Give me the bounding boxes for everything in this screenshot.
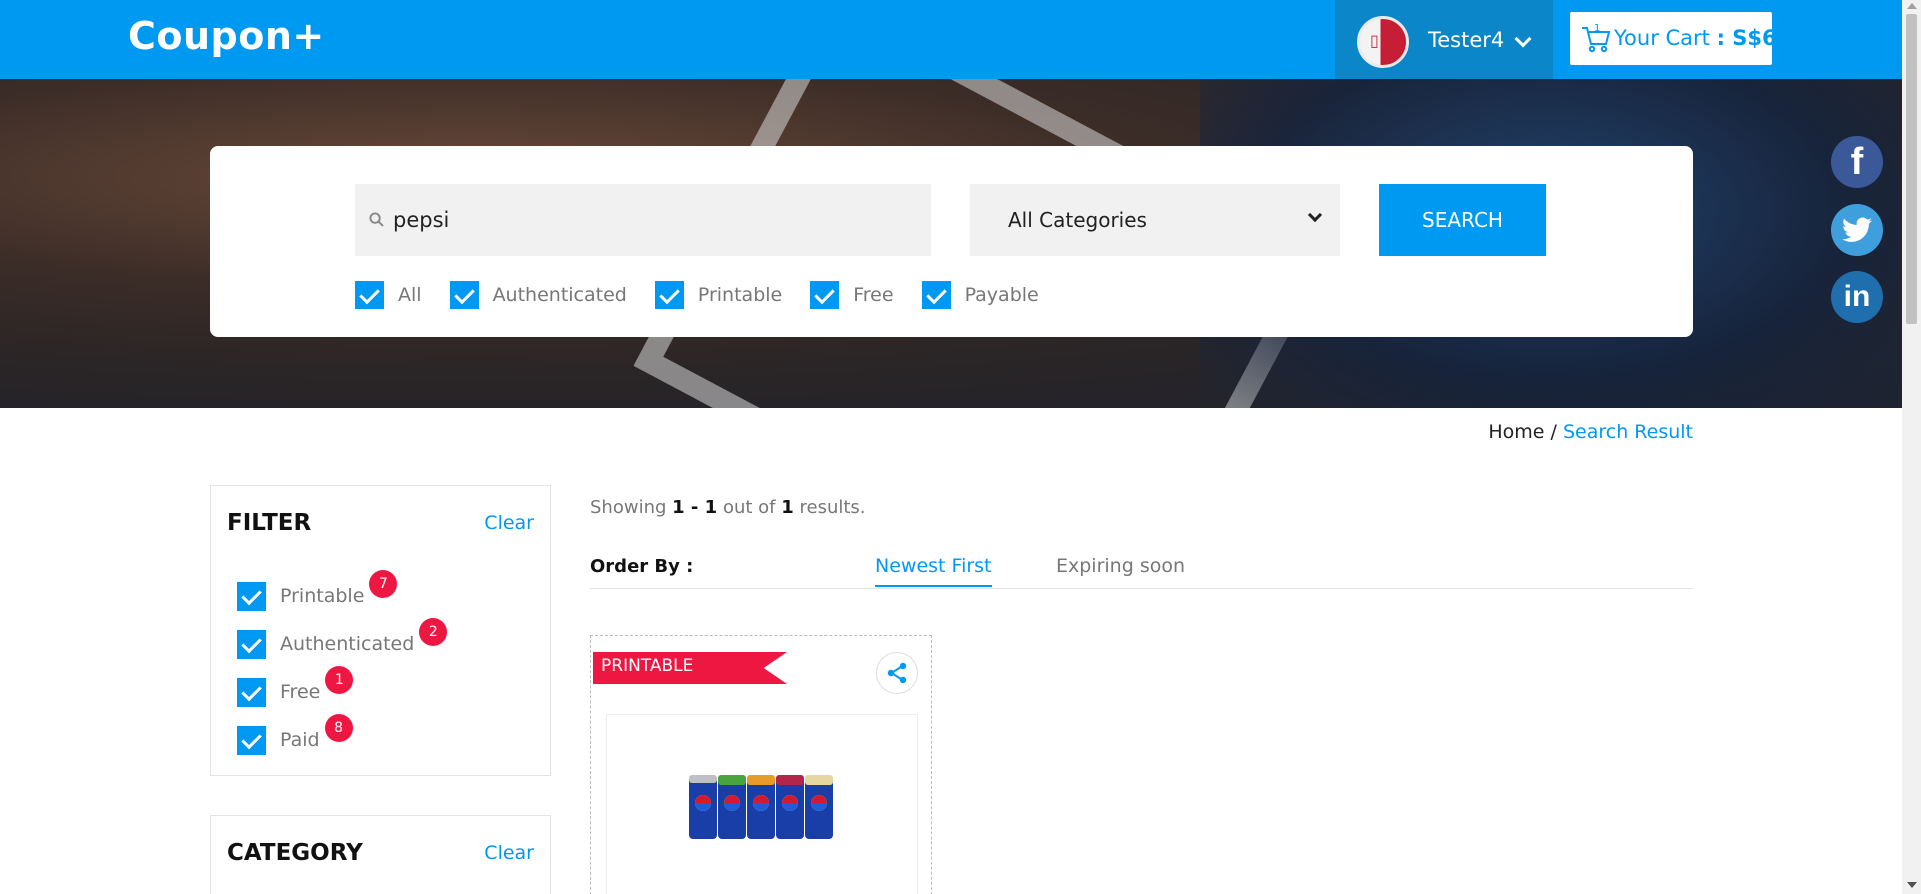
- linkedin-icon[interactable]: in: [1831, 271, 1883, 323]
- user-menu[interactable]: ▯ Tester4: [1335, 0, 1553, 79]
- top-bar: Coupon+ ▯ Tester4 1 Your Cart : S$6: [0, 0, 1902, 79]
- twitter-bird: [1842, 217, 1872, 242]
- count-badge: 2: [419, 618, 448, 646]
- results-total: 1: [781, 497, 794, 518]
- twitter-icon[interactable]: [1831, 204, 1883, 256]
- avatar-mark: ▯: [1370, 31, 1379, 50]
- filter-title: FILTER: [227, 510, 312, 536]
- order-tabs: Newest First Expiring soon: [590, 545, 1693, 589]
- chevron-down-icon[interactable]: [1514, 30, 1532, 48]
- logo[interactable]: Coupon+: [128, 14, 325, 58]
- avatar[interactable]: ▯: [1357, 16, 1409, 68]
- filter-panel: FILTER Clear Printable 7 Authenticated 2…: [210, 485, 551, 776]
- tab-newest-first[interactable]: Newest First: [875, 555, 992, 587]
- checkbox-free[interactable]: Free: [810, 281, 894, 309]
- category-select[interactable]: All Categories: [970, 184, 1340, 256]
- page: Coupon+ ▯ Tester4 1 Your Cart : S$6 peps…: [0, 0, 1921, 894]
- scrollbar[interactable]: [1902, 0, 1921, 894]
- category-clear-link[interactable]: Clear: [484, 842, 534, 864]
- checkbox-checked[interactable]: [921, 281, 951, 309]
- cart-label: Your Cart : S$6: [1614, 26, 1777, 50]
- search-card: All Categories SEARCH All Authenticated …: [210, 146, 1693, 337]
- checkbox-printable[interactable]: Printable: [654, 281, 783, 309]
- search-input[interactable]: [393, 184, 913, 256]
- checkbox-label: All: [398, 284, 422, 306]
- checkbox-payable[interactable]: Payable: [921, 281, 1039, 309]
- checkbox-label: Free: [853, 284, 894, 306]
- filter-item-label: Printable: [280, 585, 365, 607]
- checkbox-checked[interactable]: [355, 281, 384, 309]
- scroll-thumb[interactable]: [1906, 14, 1917, 324]
- results-suffix: results.: [799, 497, 866, 518]
- scroll-down-arrow-icon[interactable]: [1907, 882, 1917, 888]
- filter-item-paid[interactable]: Paid 8: [237, 714, 447, 764]
- search-icon: [369, 212, 384, 227]
- category-title: CATEGORY: [227, 840, 363, 866]
- filter-item-label: Free: [280, 681, 321, 703]
- breadcrumb-separator: /: [1550, 421, 1557, 443]
- checkbox-checked[interactable]: [654, 281, 684, 309]
- count-badge: 1: [325, 666, 354, 694]
- checkbox-checked[interactable]: [449, 281, 479, 309]
- cart-icon: 1: [1582, 23, 1611, 53]
- cart-count: 1: [1594, 23, 1600, 34]
- filter-clear-link[interactable]: Clear: [484, 512, 534, 534]
- username[interactable]: Tester4: [1428, 28, 1504, 52]
- search-button[interactable]: SEARCH: [1379, 184, 1546, 256]
- tab-expiring-soon[interactable]: Expiring soon: [1056, 555, 1185, 585]
- filter-item-authenticated[interactable]: Authenticated 2: [237, 618, 448, 668]
- filter-item-label: Authenticated: [280, 633, 415, 655]
- checkbox-authenticated[interactable]: Authenticated: [449, 281, 627, 309]
- results-range: 1 - 1: [672, 497, 718, 518]
- scroll-up-arrow-icon[interactable]: [1907, 3, 1917, 9]
- share-button[interactable]: [876, 652, 918, 694]
- results-summary: Showing 1 - 1 out of 1 results.: [590, 497, 866, 518]
- coupon-type-ribbon: PRINTABLE: [593, 652, 787, 684]
- checkbox-checked[interactable]: [237, 581, 266, 611]
- checkbox-all[interactable]: All: [355, 281, 422, 309]
- coupon-card[interactable]: PRINTABLE: [590, 635, 932, 894]
- breadcrumb-home[interactable]: Home: [1488, 421, 1544, 443]
- product-image[interactable]: [606, 714, 918, 894]
- checkbox-checked[interactable]: [237, 629, 266, 659]
- count-badge: 8: [324, 714, 353, 742]
- checkbox-label: Payable: [964, 284, 1039, 306]
- chevron-down-icon: [1307, 207, 1323, 223]
- count-badge: 7: [369, 570, 398, 598]
- filter-list: Printable 7 Authenticated 2 Free 1 Paid …: [237, 570, 448, 764]
- results-out-of: out of: [722, 497, 776, 518]
- category-select-value: All Categories: [1008, 208, 1147, 232]
- cart-button[interactable]: 1 Your Cart : S$6: [1570, 12, 1777, 65]
- filter-item-label: Paid: [280, 729, 320, 751]
- coupon-type-checkboxes: All Authenticated Printable Free Payable: [355, 281, 1067, 309]
- category-panel: CATEGORY Clear: [210, 815, 551, 894]
- cart-text: Your Cart: [1614, 26, 1710, 50]
- breadcrumb: Home / Search Result: [1400, 421, 1693, 443]
- order-by-label: Order By :: [590, 556, 694, 577]
- checkbox-checked[interactable]: [810, 281, 840, 309]
- checkbox-checked[interactable]: [237, 677, 266, 707]
- facebook-icon[interactable]: f: [1831, 136, 1883, 188]
- search-field[interactable]: [355, 184, 931, 256]
- cart-total: : S$6: [1716, 26, 1777, 50]
- pepsi-cans-image: [689, 775, 833, 839]
- filter-item-printable[interactable]: Printable 7: [237, 570, 447, 620]
- share-icon: [887, 662, 907, 684]
- checkbox-label: Printable: [697, 284, 783, 306]
- breadcrumb-current: Search Result: [1562, 421, 1693, 443]
- filter-item-free[interactable]: Free 1: [237, 666, 447, 716]
- showing-prefix: Showing: [590, 497, 667, 518]
- checkbox-label: Authenticated: [492, 284, 627, 306]
- checkbox-checked[interactable]: [237, 725, 266, 755]
